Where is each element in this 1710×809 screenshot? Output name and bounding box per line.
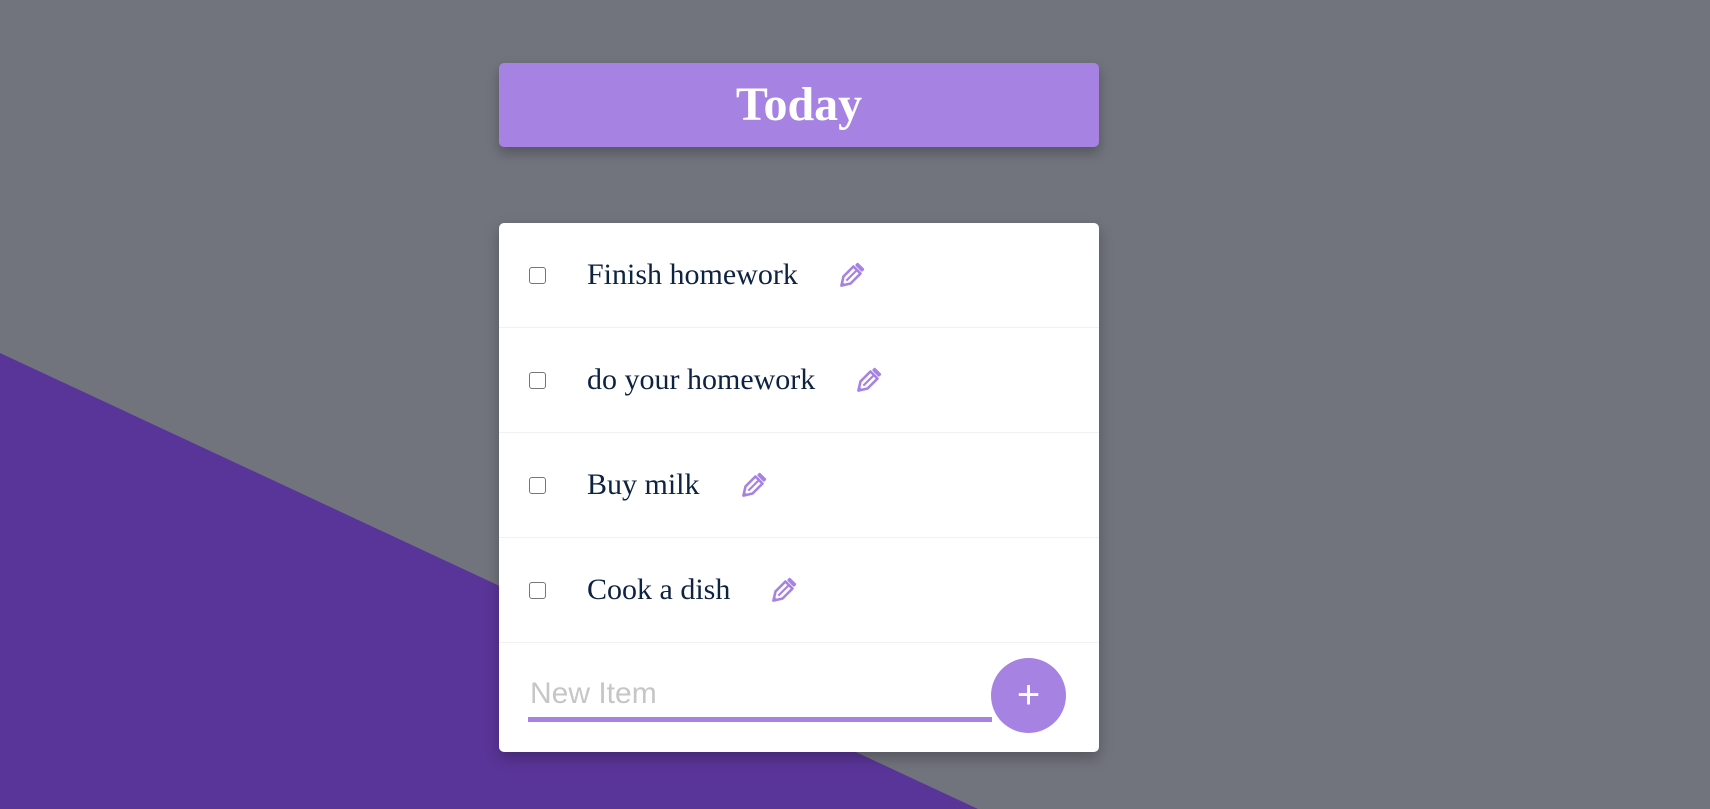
item-label: Cook a dish [587,573,731,606]
new-item-form: + [499,643,1099,748]
new-item-input[interactable] [528,671,992,722]
add-item-button[interactable]: + [991,658,1066,733]
pencil-icon[interactable] [738,469,770,501]
heading-box: Today [499,63,1099,147]
pencil-icon[interactable] [768,574,800,606]
item-label: do your homework [587,363,816,396]
list-item: Buy milk [499,433,1099,538]
item-label: Finish homework [587,258,798,291]
list-item: do your homework [499,328,1099,433]
item-checkbox[interactable] [529,476,546,494]
list-item: Finish homework [499,223,1099,328]
item-checkbox[interactable] [529,266,546,284]
page-title: Today [735,78,863,131]
pencil-icon[interactable] [836,259,868,291]
todo-list-box: Finish homework do your homework Buy mil… [499,223,1099,752]
item-label: Buy milk [587,468,700,501]
list-item: Cook a dish [499,538,1099,643]
item-checkbox[interactable] [529,371,546,389]
pencil-icon[interactable] [853,364,885,396]
item-checkbox[interactable] [529,581,546,599]
